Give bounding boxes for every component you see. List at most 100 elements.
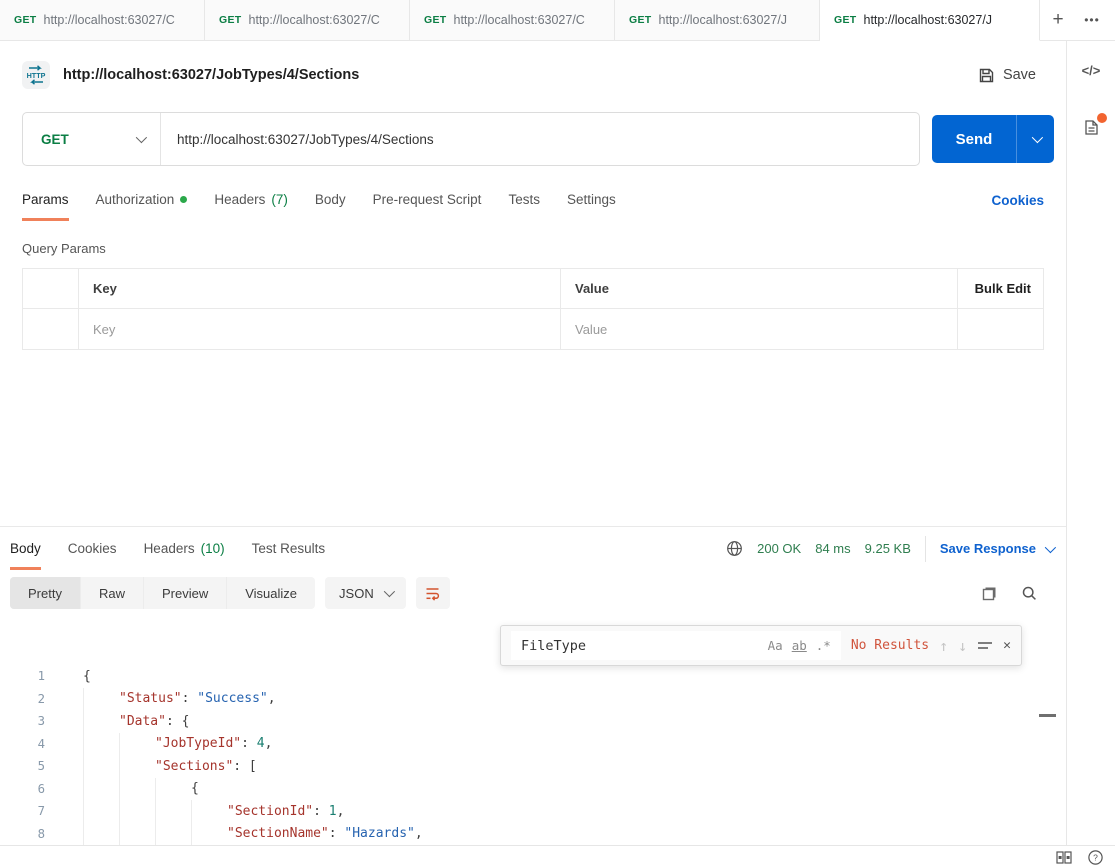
chevron-down-icon bbox=[383, 586, 394, 597]
code-token: , bbox=[415, 826, 423, 841]
save-label: Save bbox=[1003, 67, 1036, 83]
find-previous-button[interactable]: ↑ bbox=[939, 637, 948, 655]
code-token: "SectionId" bbox=[227, 804, 313, 819]
response-toolbar: Pretty Raw Preview Visualize JSON bbox=[0, 571, 1066, 615]
code-token: , bbox=[265, 736, 273, 751]
close-icon[interactable]: ✕ bbox=[1003, 638, 1011, 653]
query-params-header-row: Key Value Bulk Edit bbox=[23, 269, 1043, 309]
send-button[interactable]: Send bbox=[932, 115, 1054, 163]
save-button[interactable]: Save bbox=[978, 67, 1036, 84]
bulk-edit-button[interactable]: Bulk Edit bbox=[975, 281, 1031, 296]
tab-prerequest-script[interactable]: Pre-request Script bbox=[373, 179, 482, 221]
request-title: http://localhost:63027/JobTypes/4/Sectio… bbox=[63, 67, 978, 83]
line-number: 3 bbox=[0, 714, 57, 728]
tab-settings[interactable]: Settings bbox=[567, 179, 616, 221]
mode-visualize[interactable]: Visualize bbox=[227, 577, 315, 609]
tab-tests-label: Tests bbox=[508, 192, 540, 207]
mode-raw[interactable]: Raw bbox=[81, 577, 144, 609]
method-label: GET bbox=[41, 132, 69, 147]
code-line: 5"Sections": [ bbox=[0, 755, 1066, 778]
browser-tab[interactable]: GEThttp://localhost:63027/C bbox=[205, 0, 410, 41]
scrollbar-mark[interactable] bbox=[1039, 714, 1056, 717]
code-snippet-icon[interactable]: </> bbox=[1082, 63, 1101, 78]
find-bar: FileType Aa ab .* No Results ↑ ↓ bbox=[500, 625, 1022, 666]
wrap-lines-button[interactable] bbox=[416, 577, 450, 609]
panels-icon[interactable] bbox=[1056, 851, 1072, 864]
code-line: 4"JobTypeId": 4, bbox=[0, 733, 1066, 756]
browser-tab[interactable]: GEThttp://localhost:63027/J bbox=[820, 0, 1040, 41]
browser-tab[interactable]: GEThttp://localhost:63027/J bbox=[615, 0, 820, 41]
mode-pretty[interactable]: Pretty bbox=[10, 577, 81, 609]
code-token: 1 bbox=[329, 804, 337, 819]
tab-params[interactable]: Params bbox=[22, 179, 69, 221]
regex-toggle[interactable]: .* bbox=[816, 638, 831, 653]
response-meta: 200 OK 84 ms 9.25 KB Save Response bbox=[726, 527, 1053, 570]
language-select[interactable]: JSON bbox=[325, 577, 406, 609]
whole-word-toggle[interactable]: ab bbox=[792, 638, 807, 653]
comments-icon[interactable] bbox=[1082, 118, 1101, 140]
line-number: 7 bbox=[0, 804, 57, 818]
value-input[interactable]: Value bbox=[575, 322, 607, 337]
tab-url-label: http://localhost:63027/J bbox=[864, 13, 993, 27]
help-icon[interactable]: ? bbox=[1088, 850, 1103, 865]
tab-tests[interactable]: Tests bbox=[508, 179, 540, 221]
query-params-row: Key Value bbox=[23, 309, 1043, 349]
line-number: 4 bbox=[0, 737, 57, 751]
save-icon bbox=[978, 67, 995, 84]
tab-authorization[interactable]: Authorization bbox=[96, 179, 188, 221]
method-select[interactable]: GET bbox=[23, 113, 161, 165]
tab-headers[interactable]: Headers(7) bbox=[214, 179, 288, 221]
response-body-viewer[interactable]: FileType Aa ab .* No Results ↑ ↓ bbox=[0, 615, 1066, 845]
mode-preview[interactable]: Preview bbox=[144, 577, 227, 609]
copy-icon[interactable] bbox=[972, 577, 1006, 609]
tab-method-label: GET bbox=[629, 14, 652, 26]
search-icon[interactable] bbox=[1012, 577, 1046, 609]
send-options-button[interactable] bbox=[1016, 115, 1054, 163]
response-tab-cookies[interactable]: Cookies bbox=[68, 527, 117, 570]
tab-params-label: Params bbox=[22, 192, 69, 207]
response-tab-body[interactable]: Body bbox=[10, 527, 41, 570]
response-tab-test-results-label: Test Results bbox=[252, 541, 326, 556]
indent-guide bbox=[155, 778, 191, 801]
code-text: "Status": "Success", bbox=[57, 688, 276, 711]
code-token: : bbox=[182, 691, 198, 706]
code-token: "Data" bbox=[119, 714, 166, 729]
svg-text:HTTP: HTTP bbox=[27, 71, 46, 80]
response-tab-headers[interactable]: Headers(10) bbox=[144, 527, 225, 570]
code-token: "Sections" bbox=[155, 759, 233, 774]
line-number: 6 bbox=[0, 782, 57, 796]
browser-tab-strip: GEThttp://localhost:63027/CGEThttp://loc… bbox=[0, 0, 1115, 41]
more-options-icon[interactable]: ••• bbox=[1077, 5, 1107, 35]
tab-url-label: http://localhost:63027/C bbox=[249, 13, 380, 27]
find-options-icon[interactable] bbox=[977, 639, 993, 653]
code-token: { bbox=[191, 781, 199, 796]
response-tab-test-results[interactable]: Test Results bbox=[252, 527, 326, 570]
url-input[interactable]: http://localhost:63027/JobTypes/4/Sectio… bbox=[161, 132, 919, 147]
save-response-button[interactable]: Save Response bbox=[940, 541, 1053, 556]
browser-tab[interactable]: GEThttp://localhost:63027/C bbox=[410, 0, 615, 41]
find-input[interactable]: FileType Aa ab .* bbox=[511, 631, 841, 660]
browser-tab[interactable]: GEThttp://localhost:63027/C bbox=[0, 0, 205, 41]
key-input[interactable]: Key bbox=[93, 322, 115, 337]
new-tab-button[interactable]: + bbox=[1043, 5, 1073, 35]
code-token: : bbox=[241, 736, 257, 751]
tab-headers-label: Headers bbox=[214, 192, 265, 207]
chevron-down-icon bbox=[1045, 541, 1056, 552]
indent-guide bbox=[119, 733, 155, 756]
footer-bar: ? bbox=[0, 845, 1115, 868]
tab-body[interactable]: Body bbox=[315, 179, 346, 221]
tab-method-label: GET bbox=[424, 14, 447, 26]
match-case-toggle[interactable]: Aa bbox=[768, 638, 783, 653]
tabstrip-actions: +••• bbox=[1040, 0, 1115, 41]
right-sidebar: </> bbox=[1066, 41, 1115, 845]
indent-guide bbox=[191, 800, 227, 823]
code-token: 4 bbox=[257, 736, 265, 751]
network-globe-icon[interactable] bbox=[726, 540, 743, 557]
code-text: "Sections": [ bbox=[57, 755, 257, 778]
find-next-button[interactable]: ↓ bbox=[958, 637, 967, 655]
find-result-status: No Results bbox=[851, 638, 929, 653]
code-token: "Hazards" bbox=[344, 826, 414, 841]
cookies-link[interactable]: Cookies bbox=[991, 193, 1044, 208]
code-line: 8"SectionName": "Hazards", bbox=[0, 823, 1066, 846]
view-mode-switch: Pretty Raw Preview Visualize bbox=[10, 577, 315, 609]
